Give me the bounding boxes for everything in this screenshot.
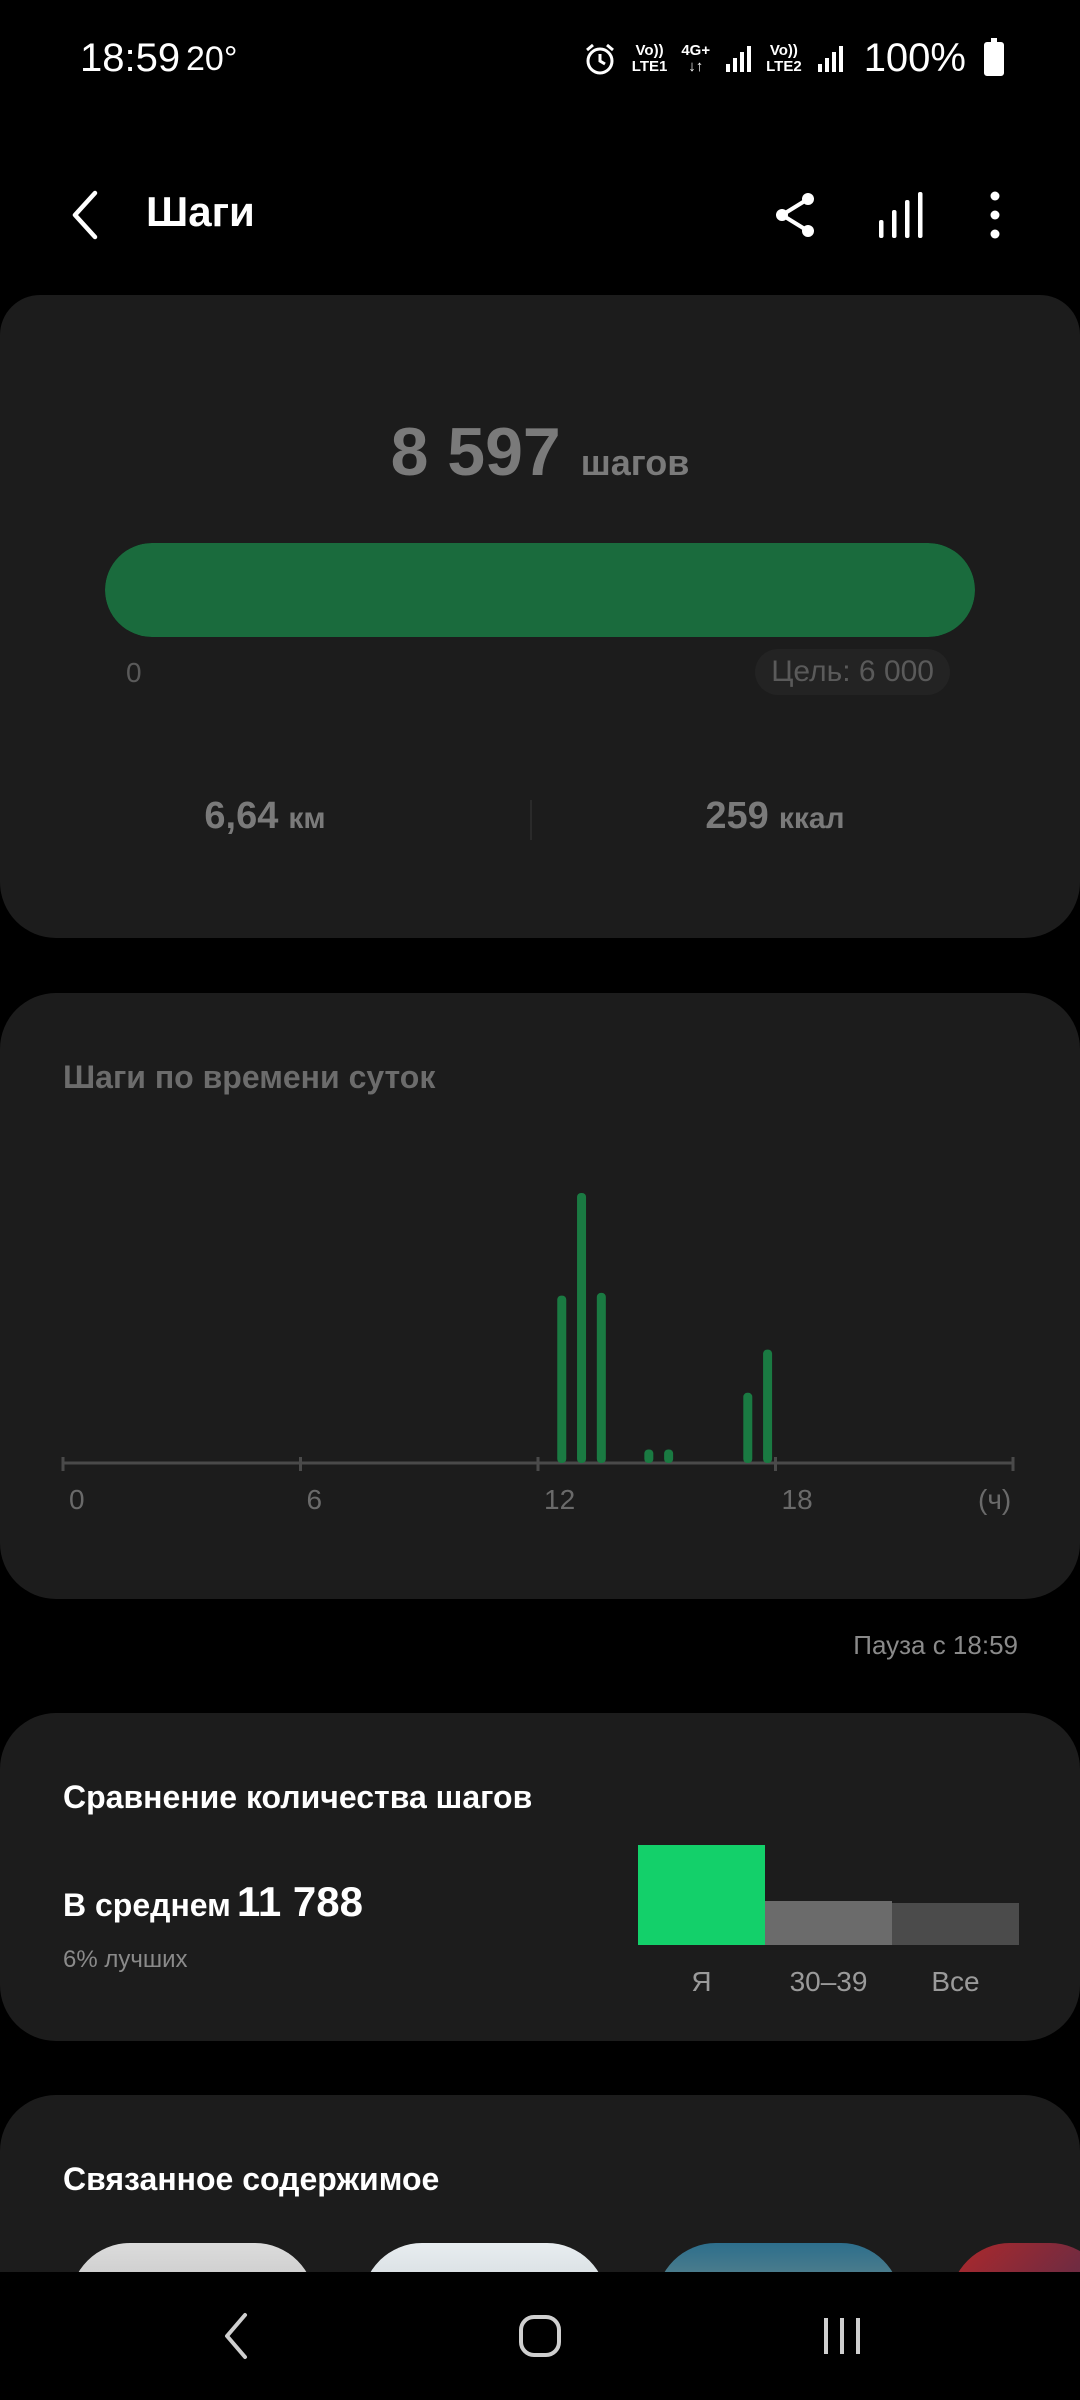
battery-icon [984,37,1004,76]
signal-icon [817,45,843,72]
share-icon [776,193,814,237]
steps-count: 8 597 [390,414,561,490]
app-header: Шаги [0,160,1080,270]
comparison-bar [892,1903,1019,1945]
comparison-label: Все [931,1966,979,1997]
bar-chart-icon [879,192,923,238]
system-nav-bar [0,2272,1080,2400]
steps-summary-card: 8 597 шагов 0 Цель: 6 000 6,64 км 259 ккал [0,295,1080,938]
more-vertical-icon [990,191,1000,239]
steps-progress-fill [105,543,975,637]
hourly-steps-chart: 0 6 12 18 (ч) [61,1193,1015,1515]
distance-unit: км [288,802,326,835]
comparison-bar [765,1901,892,1945]
goal-label[interactable]: Цель: 6 000 [755,649,950,695]
calories-metric: 259 ккал [510,795,1040,838]
back-arrow-icon [72,190,98,240]
signal-icon [726,45,752,72]
pause-status: Пауза с 18:59 [853,1630,1018,1660]
x-tick-label: 0 [69,1484,85,1515]
x-tick-label: (ч) [978,1484,1011,1515]
comparison-label: Я [691,1966,711,1997]
hourly-bar [577,1193,587,1463]
sim1-indicator: Vo)) LTE1 [631,41,668,75]
steps-progress-bar [105,543,975,637]
hourly-bar [557,1295,567,1463]
hourly-bar [664,1449,674,1463]
x-tick-label: 18 [782,1484,813,1515]
nav-home-button[interactable] [490,2296,590,2376]
status-icons: Vo)) LTE1 4G+ ↓↑ Vo)) LTE2 100% [582,36,1004,81]
calories-unit: ккал [778,802,845,835]
network-indicator: 4G+ ↓↑ [681,41,711,75]
hourly-steps-card[interactable]: Шаги по времени суток 0 6 12 18 (ч) [0,993,1080,1599]
nav-recents-button[interactable] [792,2296,892,2376]
hourly-bar [763,1349,773,1463]
back-button[interactable] [50,180,120,250]
nav-back-icon [225,2313,247,2359]
alarm-icon [585,43,614,74]
progress-min-label: 0 [126,657,142,688]
steps-total: 8 597 шагов [0,413,1080,491]
share-button[interactable] [760,180,830,250]
more-options-button[interactable] [960,180,1030,250]
status-temperature: 20° [186,40,238,78]
comparison-chart: Я 30–39 Все [638,1845,1019,1997]
related-card-title: Связанное содержимое [63,2161,440,2197]
recents-icon [824,2318,860,2354]
battery-percent: 100% [863,36,966,80]
x-tick-label: 12 [544,1484,575,1515]
calories-value: 259 [705,795,769,837]
nav-back-button[interactable] [186,2296,286,2376]
hourly-bar [596,1292,606,1463]
comparison-bar [638,1845,765,1945]
home-icon [519,2315,561,2357]
sim2-indicator: Vo)) LTE2 [766,41,802,75]
steps-unit: шагов [580,442,690,483]
hourly-bar [743,1392,753,1463]
comparison-label: 30–39 [790,1966,868,1997]
hourly-bar [644,1449,654,1463]
distance-value: 6,64 [204,795,279,837]
distance-metric: 6,64 км [0,795,530,838]
status-bar: 18:59 20° Vo)) LTE1 4G+ ↓↑ Vo)) LTE2 100% [0,0,1080,120]
page-title: Шаги [146,188,255,235]
x-tick-label: 6 [307,1484,323,1515]
trends-button[interactable] [866,180,936,250]
status-time: 18:59 [80,36,181,80]
steps-comparison-card[interactable]: Сравнение количества шагов В среднем 11 7… [0,1713,1080,2041]
